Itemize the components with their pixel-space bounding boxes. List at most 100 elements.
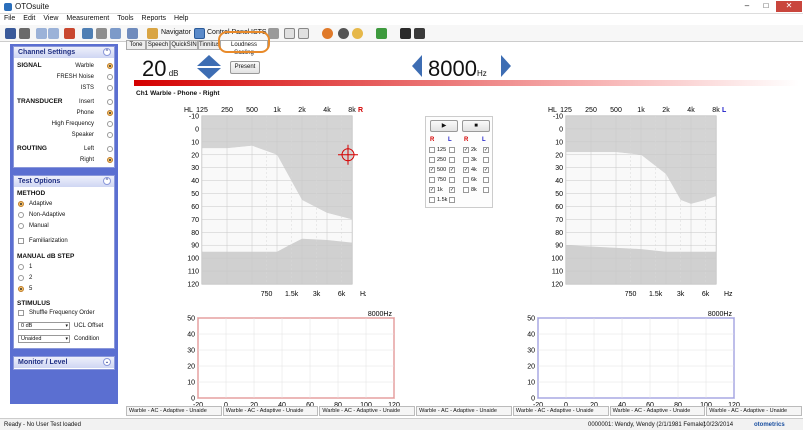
freq-250-left-checkbox[interactable] (449, 157, 455, 163)
microphone-icon[interactable] (338, 28, 349, 39)
left-loudness-chart[interactable]: 50403020100-20 0 20 40 60 80 100 1208000Hz (516, 308, 746, 406)
save-icon[interactable] (5, 28, 16, 39)
familiarization-checkbox[interactable] (18, 238, 24, 244)
routing-left-radio[interactable] (107, 146, 113, 152)
stop-button[interactable]: ■ (462, 120, 490, 132)
close-button[interactable]: ✕ (776, 1, 802, 12)
maximize-button[interactable]: □ (757, 1, 775, 12)
users-icon[interactable] (414, 28, 425, 39)
session-tab[interactable]: Warble - AC - Adaptive - Unaide (222, 406, 319, 416)
right-loudness-chart[interactable]: 50403020100-20 0 20 40 60 80 100 1208000Hz (176, 308, 406, 406)
navigator-label[interactable]: Navigator (161, 29, 191, 36)
monitor-level-header[interactable]: Monitor / Level ⌄ (14, 357, 114, 368)
minimize-button[interactable]: – (738, 1, 756, 12)
transfer-icon[interactable] (376, 28, 387, 39)
tab-quicksin[interactable]: QuickSIN (170, 40, 198, 50)
session-tab[interactable]: Warble - AC - Adaptive - Unaide (609, 406, 706, 416)
freq-1.5k-left-checkbox[interactable] (449, 197, 455, 203)
freq-500-left-checkbox[interactable]: ✓ (449, 167, 455, 173)
export-icon[interactable] (96, 28, 107, 39)
transducer-speaker-radio[interactable] (107, 132, 113, 138)
undo-icon[interactable] (36, 28, 47, 39)
test-options-header[interactable]: Test Options ⌃ (14, 176, 114, 187)
routing-right-radio[interactable] (107, 157, 113, 163)
freq-1k-left-checkbox[interactable]: ✓ (449, 187, 455, 193)
session-icon[interactable] (110, 28, 121, 39)
freq-1k-right-checkbox[interactable]: ✓ (429, 187, 435, 193)
freq-4k-right-checkbox[interactable]: ✓ (463, 167, 469, 173)
navigator-icon[interactable] (147, 28, 158, 39)
print-icon[interactable] (19, 28, 30, 39)
view-icon[interactable] (127, 28, 138, 39)
edit-icon[interactable] (82, 28, 93, 39)
level-down-arrow-icon[interactable] (197, 68, 221, 79)
chevron-up-icon[interactable]: ⌃ (103, 177, 111, 185)
session-tab[interactable]: Warble - AC - Adaptive - Unaide (512, 406, 609, 416)
signal-ists-radio[interactable] (107, 85, 113, 91)
freq-down-arrow-icon[interactable] (411, 54, 423, 78)
level-up-arrow-icon[interactable] (197, 55, 221, 66)
freq-2k-left-checkbox[interactable]: ✓ (483, 147, 489, 153)
freq-6k-right-checkbox[interactable] (463, 177, 469, 183)
freq-3k-left-checkbox[interactable] (483, 157, 489, 163)
signal-fresh-noise-radio[interactable] (107, 74, 113, 80)
chevron-down-icon[interactable]: ⌄ (103, 358, 111, 366)
method-manual-radio[interactable] (18, 223, 24, 229)
freq-125-left-checkbox[interactable] (449, 147, 455, 153)
step-2-radio[interactable] (18, 275, 24, 281)
notes-icon[interactable] (298, 28, 309, 39)
level-stepper[interactable] (196, 54, 222, 80)
freq-6k-left-checkbox[interactable] (483, 177, 489, 183)
transducer-insert-radio[interactable] (107, 99, 113, 105)
delete-icon[interactable] (64, 28, 75, 39)
freq-3k-right-checkbox[interactable] (463, 157, 469, 163)
menu-edit[interactable]: Edit (19, 14, 39, 22)
menu-help[interactable]: Help (170, 14, 192, 22)
session-tab[interactable]: Warble - AC - Adaptive - Unaide (126, 406, 222, 416)
play-button[interactable]: ▶ (430, 120, 458, 132)
freq-up-arrow-icon[interactable] (500, 54, 512, 78)
tab-speech[interactable]: Speech (146, 40, 170, 50)
shuffle-checkbox[interactable] (18, 310, 24, 316)
right-audiogram[interactable]: -10 0 10 20 30 40 50 60 70 80 90 100 110 120 125 250 500… (176, 98, 366, 308)
signal-warble-radio[interactable] (107, 63, 113, 69)
chevron-up-icon[interactable]: ⌃ (103, 48, 111, 56)
freq-4k-left-checkbox[interactable]: ✓ (483, 167, 489, 173)
method-adaptive-radio[interactable] (18, 201, 24, 207)
transducer-high-frequency-radio[interactable] (107, 121, 113, 127)
tab-tinnitus[interactable]: Tinnitus (198, 40, 220, 50)
talkback-icon[interactable] (352, 28, 363, 39)
session-tab[interactable]: Warble - AC - Adaptive - Unaide (319, 406, 416, 416)
ucl-offset-select[interactable]: 0 dB (18, 322, 70, 330)
left-audiogram[interactable]: -10 0 10 20 30 40 50 60 70 80 90 100 110 120 125 250 500… (540, 98, 740, 308)
channel-settings-header[interactable]: Channel Settings ⌃ (14, 47, 114, 58)
redo-icon[interactable] (48, 28, 59, 39)
condition-select[interactable]: Unaided (18, 335, 70, 343)
menu-view[interactable]: View (39, 14, 62, 22)
freq-125-right-checkbox[interactable] (429, 147, 435, 153)
freq-500-right-checkbox[interactable]: ✓ (429, 167, 435, 173)
step-1-radio[interactable] (18, 264, 24, 270)
freq-8k-right-checkbox[interactable] (463, 187, 469, 193)
present-button[interactable]: Present (230, 61, 260, 74)
freq-750-right-checkbox[interactable] (429, 177, 435, 183)
patient-icon[interactable] (400, 28, 411, 39)
step-5-radio[interactable] (18, 286, 24, 292)
freq-750-left-checkbox[interactable] (449, 177, 455, 183)
transducer-phone-radio[interactable] (107, 110, 113, 116)
headset-icon[interactable] (322, 28, 333, 39)
menu-reports[interactable]: Reports (138, 14, 171, 22)
session-tab[interactable]: Warble - AC - Adaptive - Unaide (416, 406, 512, 416)
tab-tone[interactable]: Tone (126, 40, 146, 50)
menu-file[interactable]: File (0, 14, 19, 22)
menu-tools[interactable]: Tools (113, 14, 137, 22)
document-icon[interactable] (284, 28, 295, 39)
freq-1.5k-right-checkbox[interactable] (429, 197, 435, 203)
freq-250-right-checkbox[interactable] (429, 157, 435, 163)
method-non-adaptive-radio[interactable] (18, 212, 24, 218)
control-panel-icon[interactable] (194, 28, 205, 39)
freq-8k-left-checkbox[interactable] (483, 187, 489, 193)
session-tab[interactable]: Warble - AC - Adaptive - Unaide (706, 406, 802, 416)
freq-2k-right-checkbox[interactable]: ✓ (463, 147, 469, 153)
menu-measurement[interactable]: Measurement (62, 14, 113, 22)
